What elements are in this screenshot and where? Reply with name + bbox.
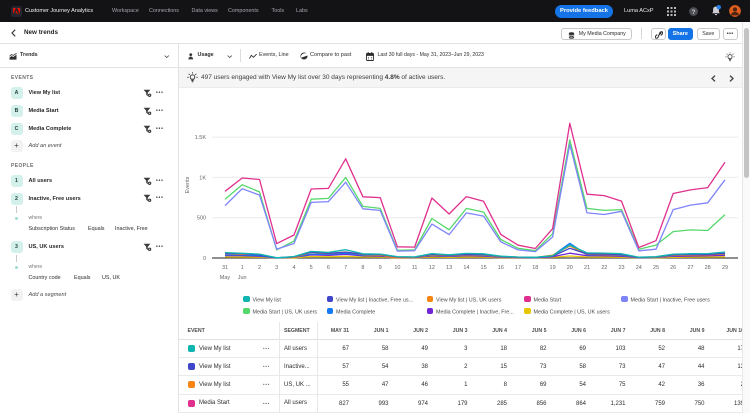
svg-text:9: 9 xyxy=(379,265,382,271)
svg-text:28: 28 xyxy=(705,265,711,271)
svg-text:12: 12 xyxy=(429,265,435,271)
svg-text:500: 500 xyxy=(197,216,206,222)
svg-text:?: ? xyxy=(691,8,695,15)
svg-text:18: 18 xyxy=(532,265,538,271)
svg-text:14: 14 xyxy=(463,265,469,271)
svg-text:17: 17 xyxy=(515,265,521,271)
svg-text:21: 21 xyxy=(584,265,590,271)
svg-text:1K: 1K xyxy=(199,175,206,181)
svg-text:15: 15 xyxy=(481,265,487,271)
svg-text:25: 25 xyxy=(653,265,659,271)
svg-text:24: 24 xyxy=(636,265,642,271)
svg-text:4: 4 xyxy=(292,265,295,271)
svg-text:27: 27 xyxy=(687,265,693,271)
svg-text:6: 6 xyxy=(327,265,330,271)
svg-text:1: 1 xyxy=(241,265,244,271)
svg-text:10: 10 xyxy=(394,265,400,271)
svg-text:3: 3 xyxy=(275,265,278,271)
svg-text:5: 5 xyxy=(310,265,313,271)
svg-text:16: 16 xyxy=(498,265,504,271)
svg-text:31: 31 xyxy=(222,265,228,271)
svg-text:13: 13 xyxy=(446,265,452,271)
svg-text:7: 7 xyxy=(344,265,347,271)
svg-text:22: 22 xyxy=(601,265,607,271)
svg-text:1.5K: 1.5K xyxy=(195,135,207,141)
svg-text:20: 20 xyxy=(567,265,573,271)
svg-text:May: May xyxy=(220,275,231,281)
svg-text:8: 8 xyxy=(361,265,364,271)
svg-text:26: 26 xyxy=(670,265,676,271)
svg-text:29: 29 xyxy=(722,265,728,271)
svg-text:Events: Events xyxy=(185,176,191,193)
svg-text:2: 2 xyxy=(258,265,261,271)
svg-text:11: 11 xyxy=(412,265,418,271)
svg-text:0: 0 xyxy=(203,256,206,262)
svg-text:23: 23 xyxy=(618,265,624,271)
svg-text:Jun: Jun xyxy=(238,275,247,281)
svg-text:19: 19 xyxy=(550,265,556,271)
